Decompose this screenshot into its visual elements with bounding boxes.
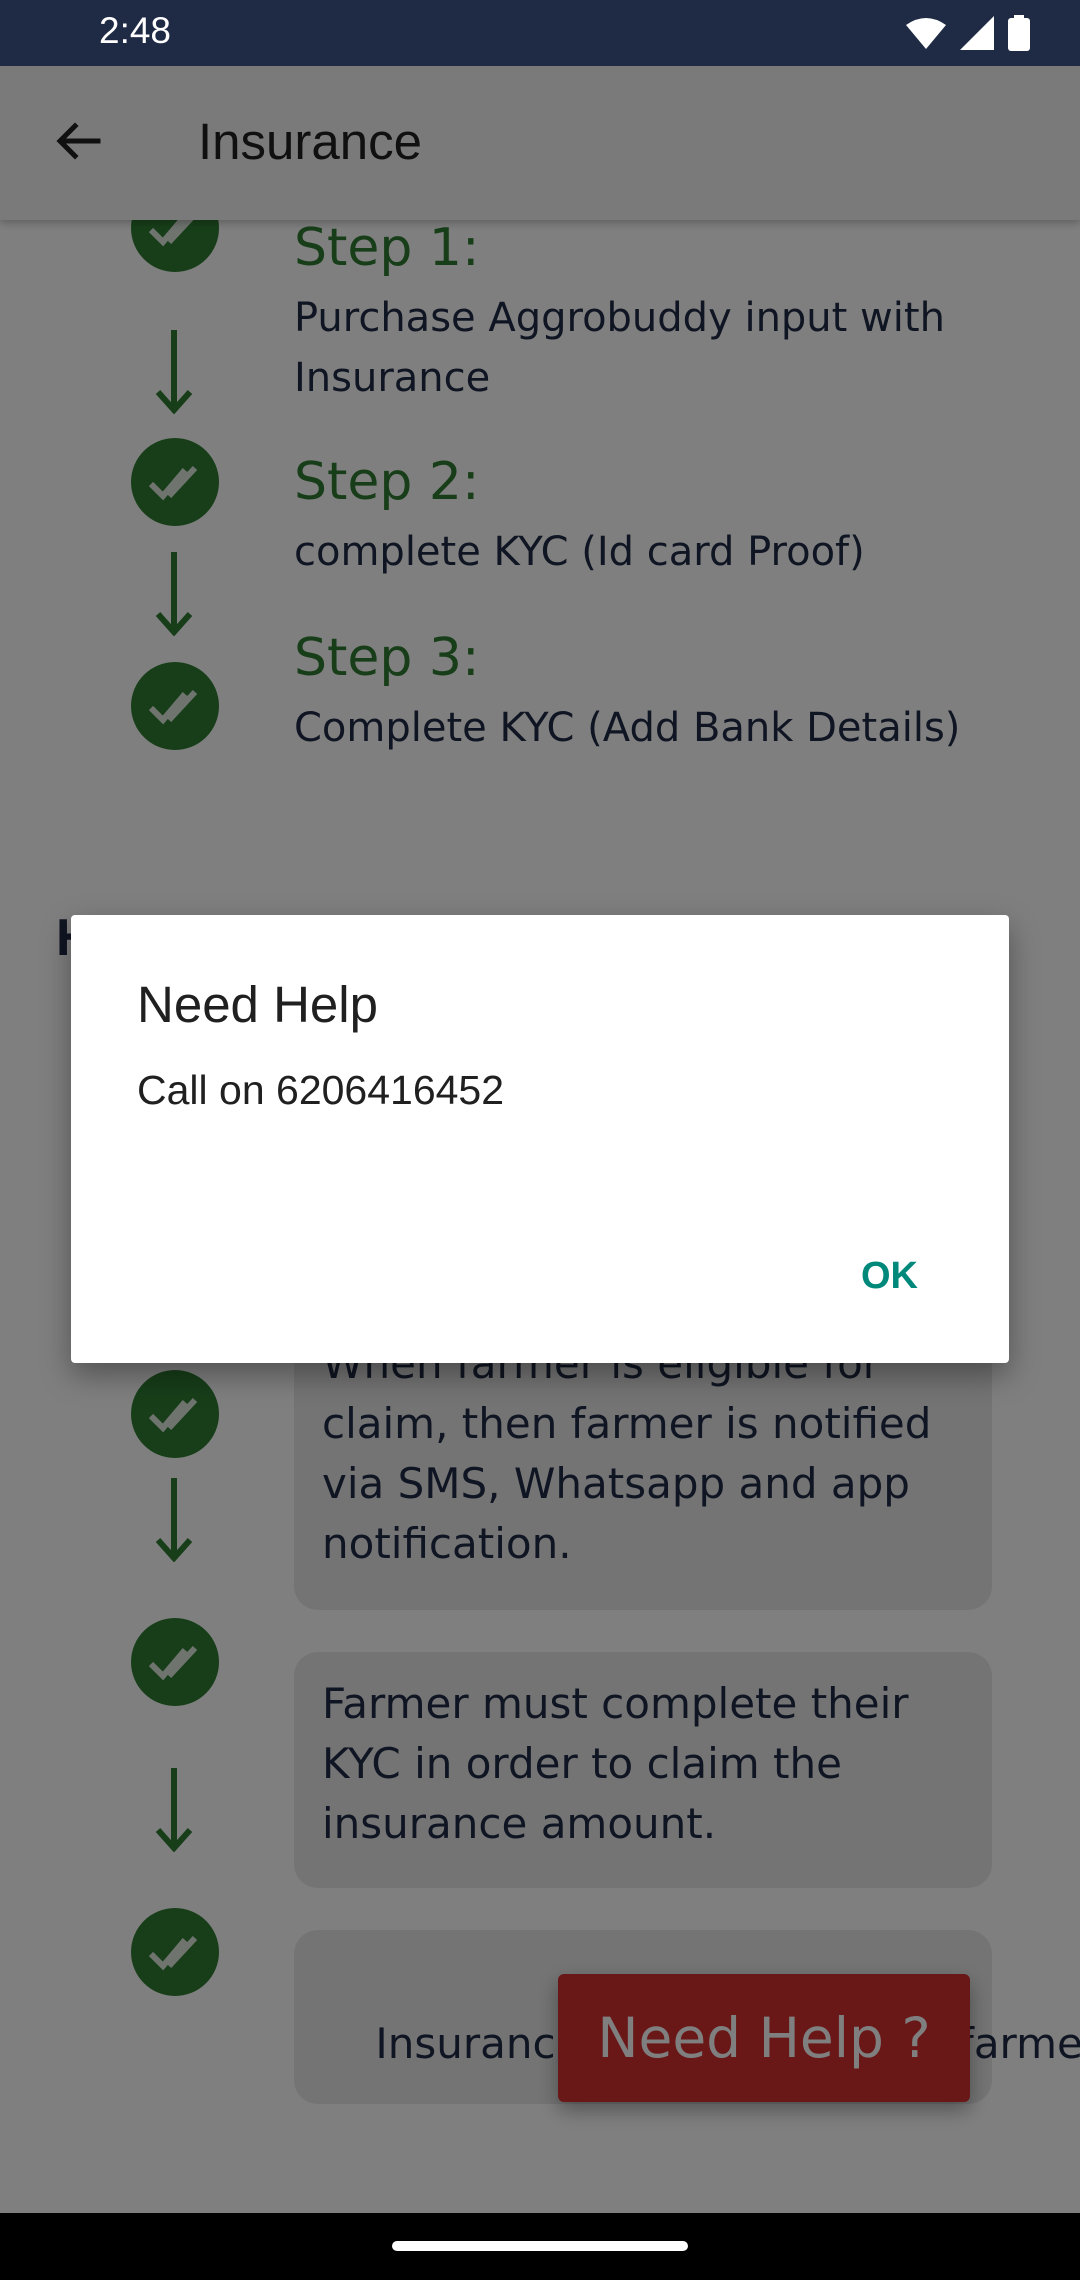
ok-button[interactable]: OK — [841, 1245, 938, 1308]
wifi-icon — [906, 18, 946, 49]
status-bar: 2:48 — [0, 0, 1080, 66]
navigation-bar — [0, 2213, 1080, 2280]
status-time: 2:48 — [99, 10, 172, 51]
signal-icon — [960, 16, 994, 50]
dialog-title: Need Help — [137, 976, 378, 1033]
dialog-message: Call on 6206416452 — [137, 1067, 505, 1113]
status-icons — [906, 14, 1030, 52]
battery-icon — [1008, 15, 1030, 51]
need-help-dialog: Need Help Call on 6206416452 OK — [71, 915, 1009, 1363]
home-gesture-handle[interactable] — [392, 2241, 688, 2251]
